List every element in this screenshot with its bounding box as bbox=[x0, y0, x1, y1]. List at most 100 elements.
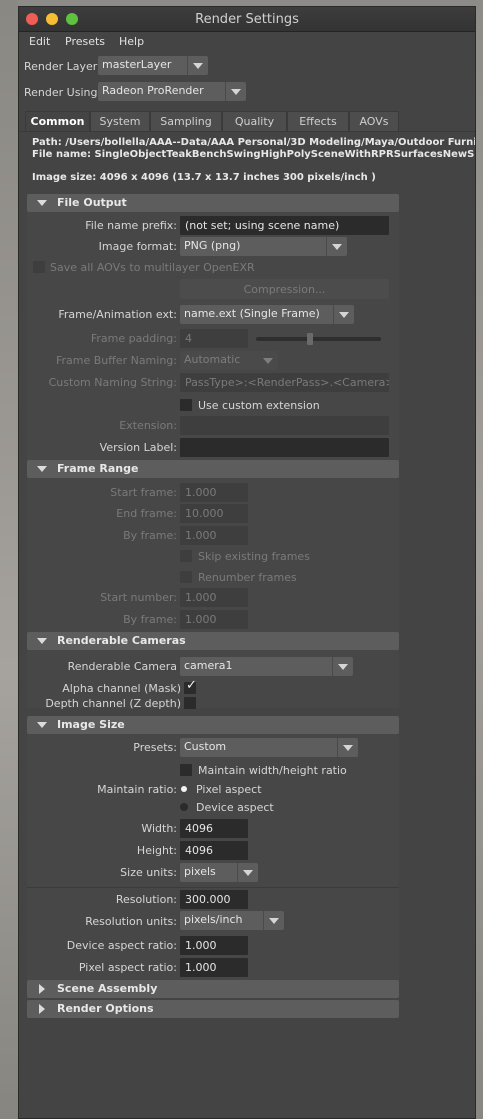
width-input[interactable]: 4096 bbox=[180, 819, 248, 838]
menu-edit[interactable]: Edit bbox=[29, 35, 50, 48]
render-settings-window: Render Settings Edit Presets Help Render… bbox=[18, 6, 476, 1119]
menu-presets[interactable]: Presets bbox=[65, 35, 105, 48]
depth-channel-label: Depth channel (Z depth) bbox=[45, 697, 181, 710]
file-name-prefix-label: File name prefix: bbox=[85, 219, 177, 232]
collapse-triangle-icon bbox=[39, 984, 45, 994]
custom-naming-string-input[interactable]: PassType>:<RenderPass>.<Camera> bbox=[180, 373, 389, 392]
tab-quality[interactable]: Quality bbox=[222, 111, 287, 131]
chevron-down-icon bbox=[258, 351, 278, 370]
frame-buffer-naming-dropdown[interactable]: Automatic bbox=[180, 351, 278, 370]
section-scene-assembly-title: Scene Assembly bbox=[57, 982, 158, 995]
desktop-background-left bbox=[0, 0, 18, 1119]
image-format-dropdown[interactable]: PNG (png) bbox=[180, 237, 347, 256]
start-frame-label: Start frame: bbox=[110, 486, 177, 499]
end-frame-input[interactable]: 10.000 bbox=[180, 504, 248, 523]
size-units-label: Size units: bbox=[120, 866, 177, 879]
renderable-camera-dropdown[interactable]: camera1 bbox=[180, 657, 353, 676]
presets-dropdown[interactable]: Custom bbox=[180, 738, 358, 757]
extension-label: Extension: bbox=[119, 419, 177, 432]
chevron-down-icon bbox=[237, 863, 258, 882]
pixel-aspect-radio[interactable] bbox=[181, 786, 187, 792]
file-name-prefix-input[interactable]: (not set; using scene name) bbox=[180, 216, 389, 235]
version-label-label: Version Label: bbox=[99, 441, 177, 454]
resolution-units-dropdown[interactable]: pixels/inch bbox=[180, 911, 284, 930]
tab-effects[interactable]: Effects bbox=[287, 111, 349, 131]
resolution-label: Resolution: bbox=[115, 893, 177, 906]
desktop-background-right bbox=[476, 0, 483, 1119]
device-aspect-label: Device aspect bbox=[196, 801, 274, 814]
frame-padding-slider-handle[interactable] bbox=[307, 333, 313, 345]
section-file-output[interactable]: File Output bbox=[27, 194, 399, 212]
resolution-input[interactable]: 300.000 bbox=[180, 890, 248, 909]
frame-padding-slider[interactable] bbox=[256, 337, 381, 341]
section-scene-assembly[interactable]: Scene Assembly bbox=[27, 980, 399, 998]
alpha-channel-checkbox[interactable]: ✓ bbox=[184, 678, 197, 694]
alpha-channel-label: Alpha channel (Mask) bbox=[62, 682, 181, 695]
frame-padding-label: Frame padding: bbox=[90, 332, 177, 345]
device-aspect-ratio-input[interactable]: 1.000 bbox=[180, 936, 248, 955]
chevron-down-icon bbox=[326, 237, 347, 256]
use-custom-extension-checkbox[interactable] bbox=[180, 399, 192, 411]
save-all-aovs-label: Save all AOVs to multilayer OpenEXR bbox=[50, 261, 255, 274]
tab-common[interactable]: Common bbox=[25, 111, 90, 131]
use-custom-extension-label: Use custom extension bbox=[198, 399, 320, 412]
by-frame-input[interactable]: 1.000 bbox=[180, 526, 248, 545]
maintain-width-height-checkbox[interactable] bbox=[180, 764, 192, 776]
tab-aovs[interactable]: AOVs bbox=[349, 111, 399, 131]
presets-value: Custom bbox=[184, 740, 227, 753]
frame-animation-ext-dropdown[interactable]: name.ext (Single Frame) bbox=[180, 305, 354, 324]
start-frame-input[interactable]: 1.000 bbox=[180, 483, 248, 502]
section-render-options[interactable]: Render Options bbox=[27, 1000, 399, 1018]
version-label-input[interactable] bbox=[180, 438, 389, 457]
section-renderable-cameras[interactable]: Renderable Cameras bbox=[27, 632, 399, 650]
section-image-size[interactable]: Image Size bbox=[27, 716, 399, 734]
save-all-aovs-checkbox[interactable] bbox=[33, 261, 45, 273]
render-using-dropdown[interactable]: Radeon ProRender bbox=[98, 82, 246, 101]
by-frame-number-input[interactable]: 1.000 bbox=[180, 610, 248, 629]
chevron-down-icon bbox=[332, 657, 353, 676]
render-layer-dropdown[interactable]: masterLayer bbox=[98, 56, 208, 75]
tab-sampling[interactable]: Sampling bbox=[150, 111, 222, 131]
size-units-value: pixels bbox=[184, 865, 216, 878]
frame-padding-input[interactable]: 4 bbox=[180, 329, 248, 348]
window-title: Render Settings bbox=[195, 12, 299, 27]
height-label: Height: bbox=[136, 844, 177, 857]
section-frame-range[interactable]: Frame Range bbox=[27, 460, 399, 478]
device-aspect-radio[interactable] bbox=[180, 803, 188, 811]
start-number-input[interactable]: 1.000 bbox=[180, 588, 248, 607]
presets-label: Presets: bbox=[133, 741, 177, 754]
tab-system[interactable]: System bbox=[90, 111, 150, 131]
extension-input[interactable] bbox=[180, 416, 389, 435]
render-layer-label: Render Layer bbox=[24, 60, 98, 73]
frame-buffer-naming-value: Automatic bbox=[184, 353, 241, 366]
custom-naming-string-label: Custom Naming String: bbox=[48, 376, 177, 389]
render-using-value: Radeon ProRender bbox=[102, 84, 204, 97]
menu-help[interactable]: Help bbox=[119, 35, 144, 48]
width-label: Width: bbox=[141, 822, 177, 835]
end-frame-label: End frame: bbox=[116, 507, 177, 520]
chevron-down-icon bbox=[187, 56, 208, 75]
section-render-options-title: Render Options bbox=[57, 1002, 154, 1015]
frame-animation-ext-value: name.ext (Single Frame) bbox=[184, 307, 320, 320]
section-file-output-title: File Output bbox=[57, 196, 127, 209]
frame-animation-ext-label: Frame/Animation ext: bbox=[58, 308, 177, 321]
image-format-label: Image format: bbox=[98, 240, 177, 253]
skip-existing-frames-checkbox[interactable] bbox=[180, 550, 192, 562]
expand-triangle-icon bbox=[37, 200, 47, 206]
by-frame-number-label: By frame: bbox=[123, 613, 177, 626]
height-input[interactable]: 4096 bbox=[180, 841, 248, 860]
title-bar[interactable]: Render Settings bbox=[19, 7, 475, 32]
maintain-ratio-label: Maintain ratio: bbox=[97, 783, 177, 796]
checkmark-icon: ✓ bbox=[186, 678, 197, 693]
collapse-triangle-icon bbox=[39, 1004, 45, 1014]
depth-channel-checkbox[interactable] bbox=[184, 697, 196, 709]
chevron-down-icon bbox=[337, 738, 358, 757]
pixel-aspect-ratio-input[interactable]: 1.000 bbox=[180, 958, 248, 977]
renumber-frames-checkbox[interactable] bbox=[180, 571, 192, 583]
expand-triangle-icon bbox=[37, 466, 47, 472]
section-frame-range-title: Frame Range bbox=[57, 462, 139, 475]
resolution-units-label: Resolution units: bbox=[85, 915, 177, 928]
size-units-dropdown[interactable]: pixels bbox=[180, 863, 258, 882]
start-number-label: Start number: bbox=[100, 591, 177, 604]
compression-button[interactable]: Compression... bbox=[180, 279, 389, 299]
